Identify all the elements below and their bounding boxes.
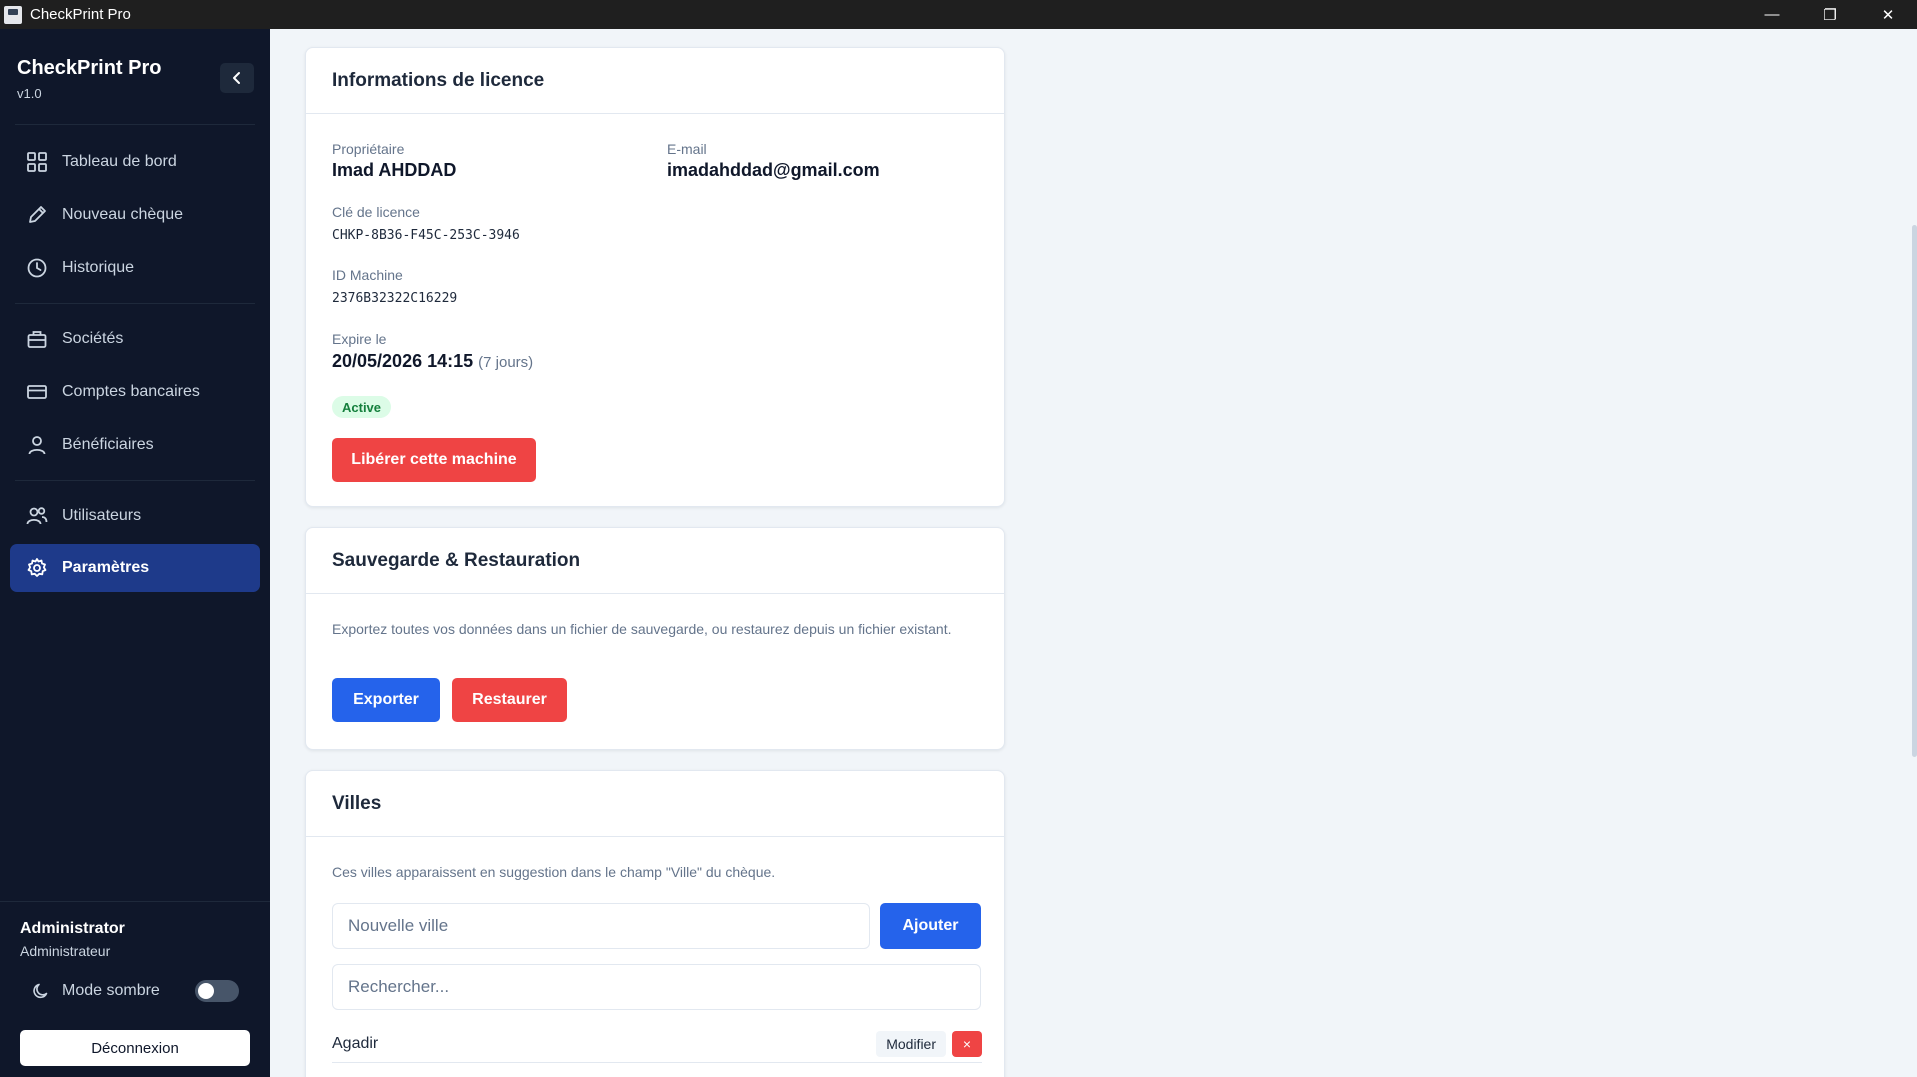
sidebar-item-label: Tableau de bord (62, 153, 177, 170)
chevron-left-icon (233, 72, 240, 84)
city-search-input[interactable]: Rechercher... (332, 964, 981, 1010)
main-content: Informations de licence Propriétaire Ima… (270, 29, 1917, 1077)
dark-mode-row: Mode sombre (32, 976, 242, 1006)
cities-card: Villes Ces villes apparaissent en sugges… (305, 770, 1005, 1077)
sidebar-divider (15, 303, 255, 304)
close-window-button[interactable]: ✕ (1859, 0, 1917, 29)
sidebar-item-label: Sociétés (62, 330, 124, 347)
new-city-input[interactable]: Nouvelle ville (332, 903, 870, 949)
email-value: imadahddad@gmail.com (667, 160, 880, 180)
logout-button[interactable]: Déconnexion (20, 1030, 250, 1066)
sidebar-item-label: Utilisateurs (62, 507, 142, 524)
sidebar-item-beneficiaries[interactable]: Bénéficiaires (10, 421, 260, 469)
list-item: Agadir Modifier × (332, 1025, 982, 1063)
moon-icon (33, 983, 48, 999)
user-section-divider (0, 901, 270, 902)
brand: CheckPrint Pro v1.0 (17, 57, 161, 101)
sidebar-item-label: Paramètres (62, 559, 150, 576)
expires-label: Expire le (332, 331, 387, 347)
expires-value: 20/05/2026 14:15 (7 jours) (332, 351, 533, 372)
current-user-role: Administrateur (20, 943, 111, 959)
window-controls: — ❐ ✕ (1743, 0, 1917, 29)
owner-value: Imad AHDDAD (332, 160, 457, 180)
minimize-button[interactable]: — (1743, 0, 1801, 29)
license-card-title: Informations de licence (306, 48, 1004, 114)
backup-card-title: Sauvegarde & Restauration (306, 528, 1004, 594)
user-icon (25, 433, 49, 457)
users-icon (25, 504, 49, 528)
add-city-button[interactable]: Ajouter (880, 903, 981, 949)
card-icon (25, 380, 49, 404)
sidebar-item-bank-accounts[interactable]: Comptes bancaires (10, 368, 260, 416)
row-actions: Modifier × (876, 1030, 982, 1057)
machine-id-value: 2376B32322C16229 (332, 291, 458, 306)
status-badge: Active (332, 396, 392, 418)
license-key-label: Clé de licence (332, 204, 420, 220)
restore-button[interactable]: Restaurer (452, 678, 567, 722)
sidebar-divider (15, 480, 255, 481)
owner-label: Propriétaire (332, 141, 405, 157)
maximize-button[interactable]: ❐ (1801, 0, 1859, 29)
backup-card: Sauvegarde & Restauration Exportez toute… (305, 527, 1005, 750)
sidebar-item-settings[interactable]: Paramètres (10, 544, 260, 592)
sidebar-item-label: Nouveau chèque (62, 206, 183, 223)
expires-date: 20/05/2026 14:15 (332, 351, 474, 371)
dark-mode-toggle[interactable] (195, 980, 239, 1002)
collapse-sidebar-button[interactable] (220, 63, 254, 93)
machine-id-label: ID Machine (332, 267, 403, 283)
grid-icon (25, 150, 49, 174)
sidebar: CheckPrint Pro v1.0 Tableau de bord Nouv… (0, 29, 270, 1077)
sidebar-item-label: Historique (62, 259, 135, 276)
current-user-name: Administrator (20, 920, 125, 937)
license-key-value: CHKP-8B36-F45C-253C-3946 (332, 228, 520, 243)
sidebar-item-label: Bénéficiaires (62, 436, 154, 453)
window-title: CheckPrint Pro (30, 6, 131, 23)
clock-icon (25, 256, 49, 280)
sidebar-item-companies[interactable]: Sociétés (10, 315, 260, 363)
license-card: Informations de licence Propriétaire Ima… (305, 47, 1005, 507)
cities-card-title: Villes (306, 771, 1004, 837)
export-button[interactable]: Exporter (332, 678, 440, 722)
sidebar-item-label: Comptes bancaires (62, 383, 200, 400)
expires-remaining: (7 jours) (478, 354, 534, 371)
app-icon (4, 5, 22, 24)
window-titlebar: CheckPrint Pro — ❐ ✕ (0, 0, 1917, 29)
scrollbar[interactable] (1912, 225, 1917, 757)
gear-icon (25, 556, 49, 580)
edit-city-button[interactable]: Modifier (876, 1030, 946, 1057)
app-version: v1.0 (17, 86, 42, 101)
dark-mode-label: Mode sombre (62, 982, 160, 999)
sidebar-item-history[interactable]: Historique (10, 244, 260, 292)
app-name: CheckPrint Pro (17, 57, 162, 79)
briefcase-icon (25, 327, 49, 351)
sidebar-item-users[interactable]: Utilisateurs (10, 492, 260, 540)
sidebar-item-dashboard[interactable]: Tableau de bord (10, 138, 260, 186)
pencil-icon (25, 203, 49, 227)
email-label: E-mail (667, 141, 707, 157)
release-machine-button[interactable]: Libérer cette machine (332, 438, 536, 482)
sidebar-item-new-check[interactable]: Nouveau chèque (10, 191, 260, 239)
cities-description: Ces villes apparaissent en suggestion da… (332, 864, 776, 880)
backup-description: Exportez toutes vos données dans un fich… (332, 621, 952, 637)
city-name: Agadir (332, 1034, 379, 1052)
delete-city-button[interactable]: × (952, 1030, 982, 1057)
sidebar-divider (15, 124, 255, 125)
